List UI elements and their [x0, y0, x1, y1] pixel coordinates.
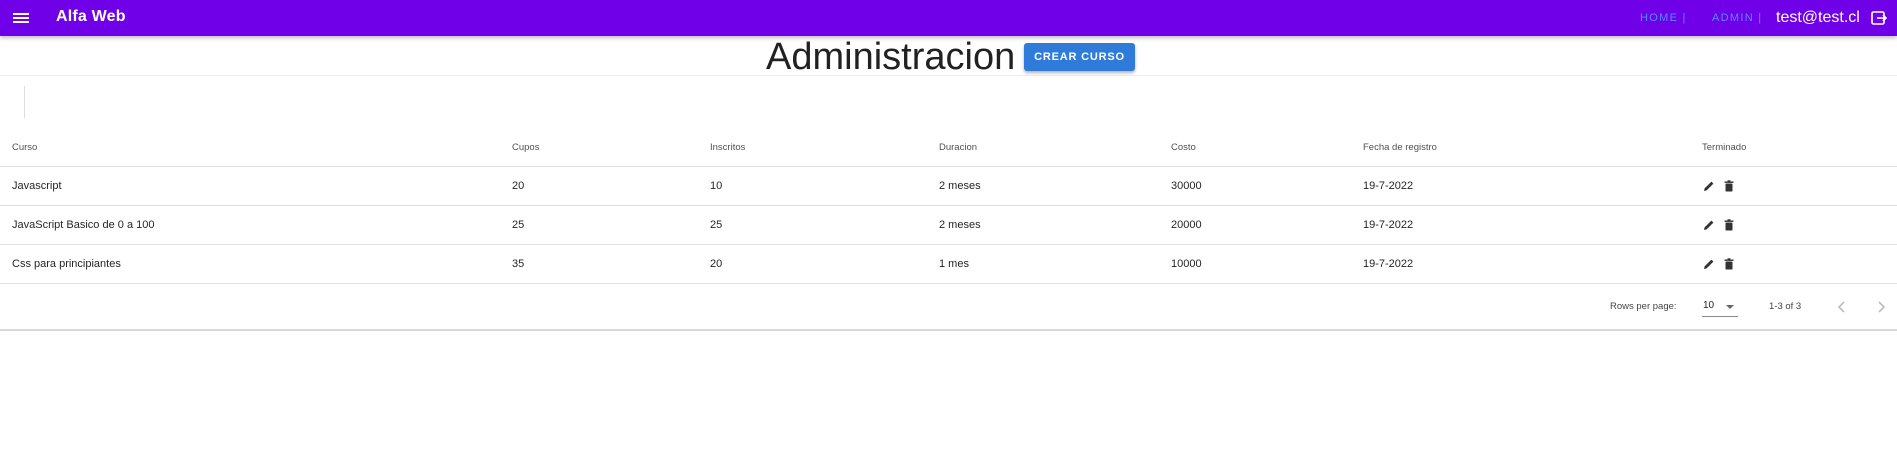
nav-link-admin[interactable]: ADMIN |: [1712, 12, 1762, 24]
cell-fecha: 19-7-2022: [1363, 219, 1414, 231]
courses-table: Curso Cupos Inscritos Duracion Costo Fec…: [0, 129, 1897, 284]
table-row: Javascript 20 10 2 meses 30000 19-7-2022: [0, 167, 1897, 206]
cell-duracion: 2 meses: [939, 219, 981, 231]
cell-inscritos: 20: [710, 258, 723, 270]
column-header-duracion[interactable]: Duracion: [939, 129, 977, 166]
column-header-fecha[interactable]: Fecha de registro: [1363, 129, 1437, 166]
cell-actions: [1702, 206, 1742, 244]
caret-down-icon: [1726, 305, 1734, 309]
cell-costo: 10000: [1171, 258, 1202, 270]
trash-icon[interactable]: [1722, 218, 1736, 232]
pencil-icon[interactable]: [1702, 257, 1716, 271]
chevron-right-icon[interactable]: [1871, 297, 1891, 317]
logout-icon[interactable]: [1871, 11, 1887, 25]
column-header-cupos[interactable]: Cupos: [512, 129, 539, 166]
cell-curso: Css para principiantes: [12, 258, 121, 270]
table-footer: Rows per page: 10 1-3 of 3: [0, 285, 1897, 331]
cell-inscritos: 10: [710, 180, 723, 192]
column-header-costo[interactable]: Costo: [1171, 129, 1196, 166]
create-course-button[interactable]: CREAR CURSO: [1024, 43, 1135, 71]
cell-cupos: 20: [512, 180, 525, 192]
page-header: Administracion CREAR CURSO: [0, 36, 1897, 78]
cell-actions: [1702, 245, 1742, 283]
cell-cupos: 35: [512, 258, 525, 270]
trash-icon[interactable]: [1722, 257, 1736, 271]
table-header-row: Curso Cupos Inscritos Duracion Costo Fec…: [0, 129, 1897, 167]
column-header-inscritos[interactable]: Inscritos: [710, 129, 745, 166]
cell-curso: JavaScript Basico de 0 a 100: [12, 219, 155, 231]
cell-fecha: 19-7-2022: [1363, 180, 1414, 192]
column-header-terminado[interactable]: Terminado: [1702, 129, 1746, 166]
column-header-curso[interactable]: Curso: [12, 129, 37, 166]
cell-actions: [1702, 167, 1742, 205]
rows-per-page-label: Rows per page:: [1610, 301, 1677, 312]
toolbar-divider: [24, 86, 25, 118]
rows-per-page-value: 10: [1703, 300, 1715, 311]
nav-link-home[interactable]: HOME |: [1640, 12, 1687, 24]
cell-costo: 30000: [1171, 180, 1202, 192]
cell-fecha: 19-7-2022: [1363, 258, 1414, 270]
pencil-icon[interactable]: [1702, 179, 1716, 193]
chevron-left-icon[interactable]: [1832, 297, 1852, 317]
cell-costo: 20000: [1171, 219, 1202, 231]
menu-icon[interactable]: [10, 8, 32, 28]
trash-icon[interactable]: [1722, 179, 1736, 193]
pagination-range: 1-3 of 3: [1769, 301, 1802, 312]
cell-inscritos: 25: [710, 219, 723, 231]
table-row: JavaScript Basico de 0 a 100 25 25 2 mes…: [0, 206, 1897, 245]
user-email: test@test.cl: [1776, 9, 1860, 26]
page-title: Administracion: [766, 36, 1016, 78]
table-row: Css para principiantes 35 20 1 mes 10000…: [0, 245, 1897, 284]
app-bar: Alfa Web HOME | ADMIN | test@test.cl: [0, 0, 1897, 36]
cell-duracion: 2 meses: [939, 180, 981, 192]
app-brand[interactable]: Alfa Web: [56, 8, 126, 26]
cell-duracion: 1 mes: [939, 258, 969, 270]
rows-per-page-select[interactable]: 10: [1702, 295, 1738, 317]
cell-cupos: 25: [512, 219, 525, 231]
cell-curso: Javascript: [12, 180, 62, 192]
pencil-icon[interactable]: [1702, 218, 1716, 232]
